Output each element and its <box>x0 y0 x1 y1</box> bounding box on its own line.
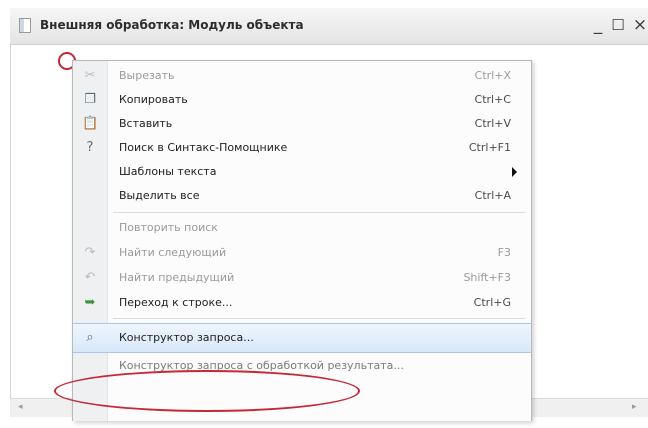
menu-item-find-next[interactable]: ↷ Найти следующий F3 <box>73 242 531 264</box>
copy-icon: ❐ <box>84 92 96 107</box>
menu-item-cut[interactable]: ✂ Вырезать Ctrl+X <box>73 65 531 87</box>
menu-item-label: Копировать <box>119 93 188 106</box>
maximize-button[interactable]: ☐ <box>608 14 628 36</box>
menu-item-label: Вырезать <box>119 69 175 82</box>
menu-item-shortcut: Ctrl+V <box>474 117 511 130</box>
menu-item-shortcut: Ctrl+A <box>474 189 511 202</box>
menu-item-shortcut: Shift+F3 <box>463 271 511 284</box>
find-next-icon: ↷ <box>84 245 96 260</box>
menu-item-label: Повторить поиск <box>119 221 218 234</box>
submenu-arrow-icon <box>512 167 517 177</box>
menu-item-label: Конструктор запроса... <box>119 331 254 344</box>
menu-item-label: Переход к строке... <box>119 296 233 309</box>
context-menu: ✂ Вырезать Ctrl+X ❐ Копировать Ctrl+C 📋 … <box>72 60 532 421</box>
menu-item-repeat-search[interactable]: Повторить поиск <box>73 217 531 239</box>
menu-item-shortcut: Ctrl+C <box>474 93 511 106</box>
menu-item-label: Шаблоны текста <box>119 165 217 178</box>
syntax-help-icon: ? <box>86 140 94 155</box>
menu-item-label: Найти следующий <box>119 246 227 259</box>
menu-item-copy[interactable]: ❐ Копировать Ctrl+C <box>73 89 531 111</box>
menu-item-label: Поиск в Синтакс-Помощнике <box>119 141 288 154</box>
menu-item-shortcut: Ctrl+G <box>473 296 511 309</box>
menu-item-paste[interactable]: 📋 Вставить Ctrl+V <box>73 113 531 135</box>
query-builder-icon: ⌕ <box>86 330 94 345</box>
window-title-bar: Внешняя обработка: Модуль объекта _ ☐ × <box>10 8 648 45</box>
goto-line-icon: ➥ <box>84 295 96 310</box>
menu-item-shortcut: Ctrl+X <box>474 69 511 82</box>
minimize-button[interactable]: _ <box>588 14 608 36</box>
scroll-right-arrow-icon[interactable]: ▸ <box>632 402 637 412</box>
menu-item-goto-line[interactable]: ➥ Переход к строке... Ctrl+G <box>73 292 531 314</box>
scroll-left-arrow-icon[interactable]: ◂ <box>18 402 23 412</box>
menu-item-label: Вставить <box>119 117 173 130</box>
menu-item-syntax-help[interactable]: ? Поиск в Синтакс-Помощнике Ctrl+F1 <box>73 137 531 159</box>
menu-item-shortcut: F3 <box>497 246 511 259</box>
find-previous-icon: ↶ <box>84 270 96 285</box>
menu-item-query-builder[interactable]: ⌕ Конструктор запроса... <box>73 323 531 353</box>
menu-item-shortcut: Ctrl+F1 <box>468 141 511 154</box>
scissors-icon: ✂ <box>84 68 96 83</box>
menu-item-find-previous[interactable]: ↶ Найти предыдущий Shift+F3 <box>73 267 531 289</box>
menu-separator <box>113 212 525 213</box>
paste-icon: 📋 <box>82 116 99 131</box>
menu-item-label: Найти предыдущий <box>119 271 235 284</box>
menu-item-label: Выделить все <box>119 189 200 202</box>
menu-item-text-templates[interactable]: Шаблоны текста <box>73 161 531 183</box>
window-title: Внешняя обработка: Модуль объекта <box>40 18 304 32</box>
close-button[interactable]: × <box>630 14 648 36</box>
menu-separator <box>113 318 525 319</box>
document-icon <box>19 18 31 33</box>
menu-item-select-all[interactable]: Выделить все Ctrl+A <box>73 185 531 207</box>
highlight-oval <box>54 370 360 412</box>
